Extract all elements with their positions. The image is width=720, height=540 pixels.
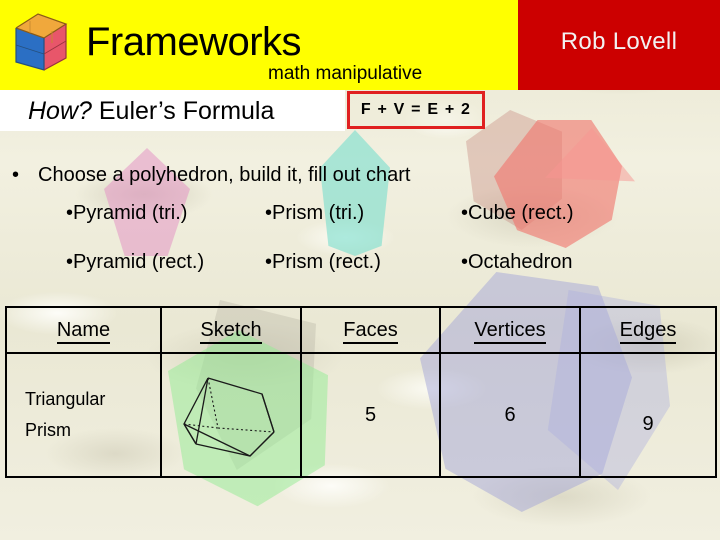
slide-canvas: Frameworks math manipulative Rob Lovell … [0, 0, 720, 540]
bullet-marker-icon: • [12, 164, 20, 186]
euler-formula-text: F + V = E + 2 [360, 101, 472, 118]
triangular-prism-wireframe-icon [183, 377, 275, 457]
column-header-edges-label: Edges [619, 318, 677, 344]
topic-label: Euler’s Formula [91, 97, 275, 125]
cell-vertices-value: 6 [439, 352, 581, 478]
cell-faces-value: 5 [300, 352, 441, 478]
euler-formula-box: F + V = E + 2 [347, 91, 485, 129]
brand-subtitle: math manipulative [268, 63, 423, 84]
option-pyramid-tri: •Pyramid (tri.) [66, 202, 188, 224]
main-bullet-line: • Choose a polyhedron, build it, fill out… [12, 164, 410, 187]
column-header-sketch: Sketch [160, 306, 302, 354]
column-header-faces: Faces [300, 306, 441, 354]
colored-cube-icon [15, 13, 68, 71]
table-row: Triangular Prism 5 6 9 [5, 352, 717, 478]
column-header-vertices: Vertices [439, 306, 581, 354]
subtitle-text: How? Euler’s Formula [28, 97, 274, 126]
main-bullet-text: Choose a polyhedron, build it, fill out … [38, 164, 411, 186]
option-prism-tri: •Prism (tri.) [265, 202, 365, 224]
column-header-faces-label: Faces [343, 318, 398, 344]
cell-sketch [160, 352, 302, 478]
cell-shape-name: Triangular Prism [5, 352, 162, 478]
author-name: Rob Lovell [560, 28, 678, 55]
column-header-edges: Edges [579, 306, 717, 354]
options-row-2: •Pyramid (rect.) •Prism (rect.) •Octahed… [0, 251, 720, 277]
column-header-name: Name [5, 306, 162, 354]
shape-name-line-2: Prism [25, 420, 71, 440]
table-header-row: Name Sketch Faces Vertices Edges [5, 306, 717, 354]
option-octahedron: •Octahedron [461, 251, 573, 273]
options-row-1: •Pyramid (tri.) •Prism (tri.) •Cube (rec… [0, 202, 720, 228]
column-header-vertices-label: Vertices [474, 318, 546, 344]
brand-title: Frameworks [86, 20, 302, 64]
shape-name-line-1: Triangular [25, 388, 106, 409]
column-header-sketch-label: Sketch [200, 318, 262, 344]
polyhedron-chart-table: Name Sketch Faces Vertices Edges Triangu… [5, 306, 717, 478]
option-cube-rect: •Cube (rect.) [461, 202, 574, 224]
cell-edges-value: 9 [579, 352, 717, 478]
option-prism-rect: •Prism (rect.) [265, 251, 381, 273]
column-header-name-label: Name [56, 318, 111, 344]
option-pyramid-rect: •Pyramid (rect.) [66, 251, 205, 273]
how-label: How? [28, 97, 92, 125]
